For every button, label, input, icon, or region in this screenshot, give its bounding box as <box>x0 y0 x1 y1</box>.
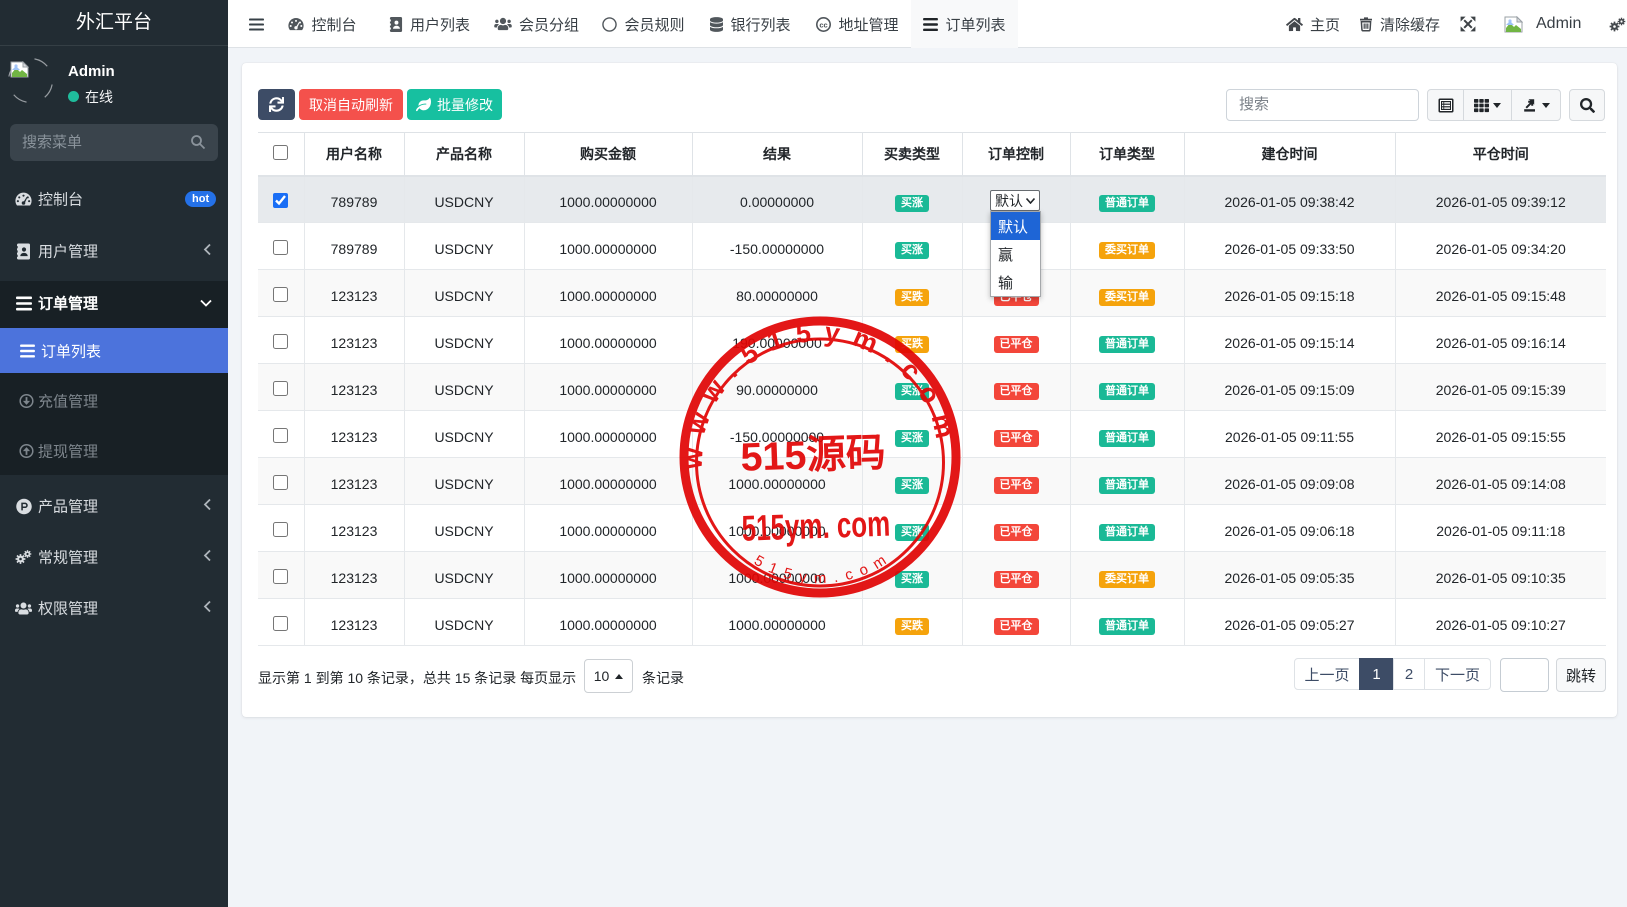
svg-text:cc: cc <box>820 20 828 29</box>
